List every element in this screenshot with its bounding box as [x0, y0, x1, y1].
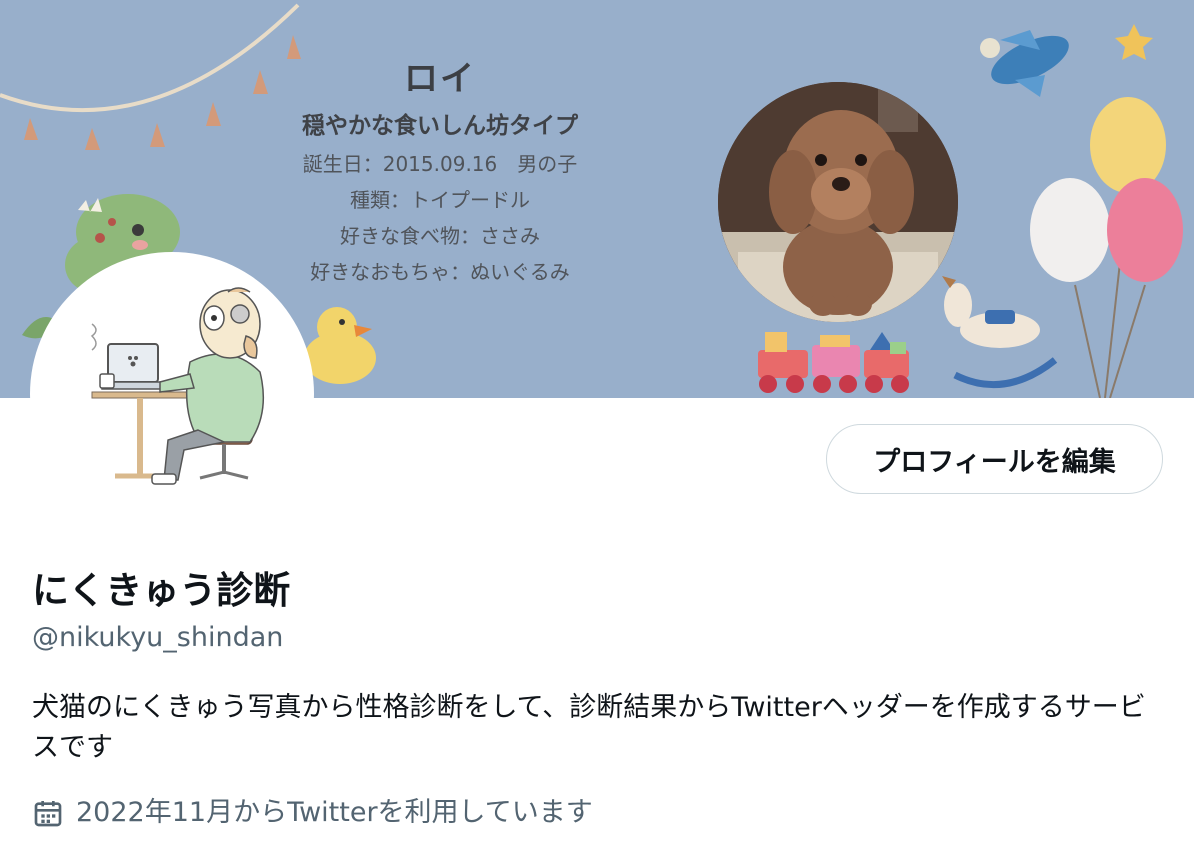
joined-date: 2022年11月からTwitterを利用しています	[32, 793, 593, 833]
user-handle: @nikukyu_shindan	[32, 622, 284, 653]
joined-date-text: 2022年11月からTwitterを利用しています	[76, 797, 593, 828]
toy-poodle-photo	[718, 82, 958, 322]
star-illustration	[1115, 24, 1153, 60]
airplane-illustration	[980, 30, 1069, 97]
pet-birthday: 誕生日：2015.09.16 男の子	[302, 152, 578, 176]
pet-profile-card: ロイ 穏やかな食いしん坊タイプ 誕生日：2015.09.16 男の子 種類：トイ…	[250, 52, 630, 290]
pet-favorite-toy: 好きなおもちゃ：ぬいぐるみ	[310, 260, 570, 284]
profile-avatar[interactable]	[30, 252, 314, 536]
edit-profile-button[interactable]: プロフィールを編集	[826, 424, 1163, 494]
pet-photo	[718, 82, 958, 322]
balloons-illustration	[1030, 97, 1183, 398]
duck-illustration	[304, 307, 376, 384]
toy-train-illustration	[758, 332, 909, 393]
pet-breed: 種類：トイプードル	[350, 188, 530, 212]
rocking-horse-illustration	[942, 276, 1058, 389]
calendar-icon	[32, 797, 64, 829]
pet-name: ロイ	[404, 59, 476, 99]
display-name: にくきゅう診断	[32, 569, 291, 612]
profile-bio: 犬猫のにくきゅう写真から性格診断をして、診断結果からTwitterヘッダーを作成…	[32, 692, 1146, 763]
avatar-illustration	[90, 287, 265, 485]
pet-favorite-food: 好きな食べ物：ささみ	[340, 224, 540, 248]
personality-type: 穏やかな食いしん坊タイプ	[302, 113, 578, 139]
